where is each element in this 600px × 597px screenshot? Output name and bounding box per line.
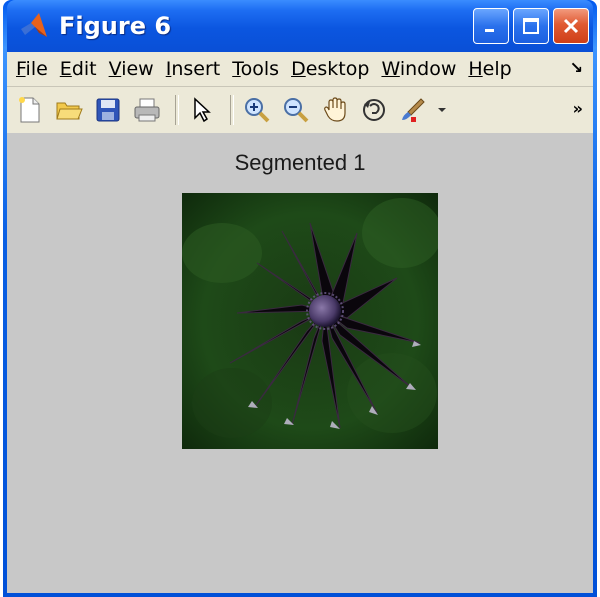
matlab-logo-icon: [21, 13, 47, 37]
menu-help[interactable]: Help: [462, 58, 517, 80]
zoom-in-icon: [245, 98, 270, 123]
minimize-icon: [485, 29, 494, 32]
edit-plot-button[interactable]: [185, 93, 219, 127]
save-icon: [96, 98, 120, 122]
close-icon: [563, 18, 579, 34]
pan-button[interactable]: [318, 93, 352, 127]
open-file-icon: [56, 102, 83, 120]
new-figure-button[interactable]: [13, 93, 47, 127]
toolbar-separator: [175, 95, 179, 125]
brush-button[interactable]: [396, 93, 430, 127]
brush-dropdown-button[interactable]: [435, 93, 449, 127]
menu-insert[interactable]: Insert: [160, 58, 227, 80]
figure-window: Figure 6 File Edit View Insert Tools Des…: [3, 0, 597, 597]
window-title: Figure 6: [59, 12, 172, 40]
segmented-flower-image[interactable]: [182, 193, 438, 449]
print-button[interactable]: [130, 93, 164, 127]
menu-bar: File Edit View Insert Tools Desktop Wind…: [7, 52, 593, 87]
rotate-3d-button[interactable]: [357, 93, 391, 127]
open-file-button[interactable]: [52, 93, 86, 127]
figure-toolbar: »: [7, 87, 593, 134]
chevron-down-icon: [438, 108, 446, 112]
minimize-button[interactable]: [473, 8, 509, 44]
print-icon: [134, 98, 160, 122]
menu-view[interactable]: View: [103, 58, 160, 80]
brush-icon: [402, 98, 425, 122]
toolbar-overflow-button[interactable]: »: [573, 99, 583, 118]
new-figure-icon: [19, 97, 40, 123]
menu-overflow-button[interactable]: ↘: [570, 58, 583, 77]
figure-canvas: Segmented 1: [7, 133, 593, 593]
menu-file[interactable]: File: [7, 58, 54, 80]
window-client: File Edit View Insert Tools Desktop Wind…: [7, 52, 593, 593]
close-button[interactable]: [553, 8, 589, 44]
menu-desktop[interactable]: Desktop: [285, 58, 375, 80]
save-button[interactable]: [91, 93, 125, 127]
zoom-out-icon: [284, 98, 309, 123]
zoom-out-button[interactable]: [279, 93, 313, 127]
rotate-3d-icon: [363, 99, 385, 121]
maximize-icon: [523, 18, 539, 34]
zoom-in-button[interactable]: [240, 93, 274, 127]
pan-hand-icon: [324, 97, 346, 122]
menu-edit[interactable]: Edit: [54, 58, 103, 80]
menu-window[interactable]: Window: [375, 58, 462, 80]
axes-title: Segmented 1: [234, 150, 366, 175]
edit-plot-arrow-icon: [194, 97, 211, 123]
title-bar[interactable]: Figure 6: [7, 0, 593, 52]
menu-tools[interactable]: Tools: [226, 58, 285, 80]
toolbar-separator: [230, 95, 234, 125]
maximize-button[interactable]: [513, 8, 549, 44]
